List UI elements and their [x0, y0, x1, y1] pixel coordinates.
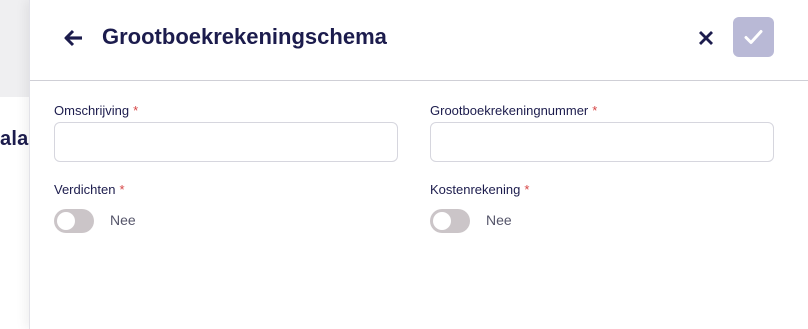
toggle-knob: [57, 212, 75, 230]
cost-account-label-text: Kostenrekening: [430, 182, 521, 197]
background-partial-text: ala: [0, 128, 29, 150]
background-page: ala: [0, 0, 30, 329]
condense-toggle[interactable]: [54, 209, 94, 233]
toggle-knob: [433, 212, 451, 230]
account-number-label-text: Grootboekrekeningnummer: [430, 103, 589, 118]
drawer-panel: Grootboekrekeningschema Omschrijving * Gr…: [29, 0, 808, 329]
required-marker: *: [133, 103, 139, 118]
check-icon: [744, 30, 763, 44]
account-number-label: Grootboekrekeningnummer *: [430, 103, 597, 118]
close-button[interactable]: [694, 26, 718, 50]
drawer-header: Grootboekrekeningschema: [30, 0, 808, 81]
required-marker: *: [119, 182, 125, 197]
condense-label-text: Verdichten: [54, 182, 116, 197]
cost-account-toggle-state: Nee: [486, 212, 512, 228]
description-input[interactable]: [54, 122, 398, 162]
required-marker: *: [524, 182, 530, 197]
description-label-text: Omschrijving: [54, 103, 130, 118]
cost-account-label: Kostenrekening *: [430, 182, 529, 197]
description-label: Omschrijving *: [54, 103, 138, 118]
required-marker: *: [592, 103, 598, 118]
confirm-button[interactable]: [733, 17, 774, 57]
drawer-title: Grootboekrekeningschema: [102, 24, 387, 49]
condense-label: Verdichten *: [54, 182, 125, 197]
arrow-left-icon: [64, 29, 82, 47]
back-button[interactable]: [62, 26, 86, 50]
background-header-band: [0, 0, 30, 97]
account-number-input[interactable]: [430, 122, 774, 162]
cost-account-toggle[interactable]: [430, 209, 470, 233]
close-icon: [699, 31, 713, 45]
condense-toggle-state: Nee: [110, 212, 136, 228]
